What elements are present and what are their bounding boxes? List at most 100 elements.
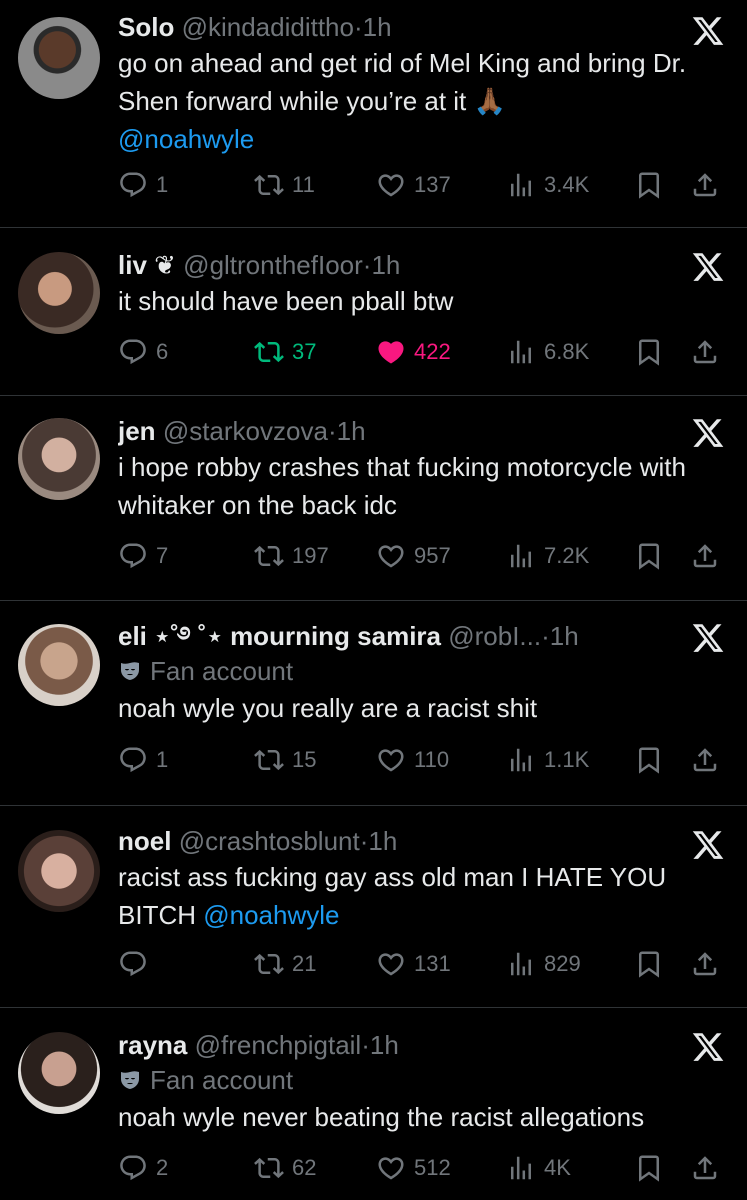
tweet[interactable]: noel @crashtosblunt·1h racist ass fuckin… [0,806,747,1008]
bookmark-icon[interactable] [634,745,664,775]
tweet-header: jen @starkovzova·1h [118,414,695,448]
handle[interactable]: @crashtosblunt [179,826,360,856]
separator: · [541,621,550,651]
avatar[interactable] [18,624,100,706]
like-button[interactable]: 957 [376,541,451,571]
bookmark-icon[interactable] [634,1153,664,1183]
reply-count: 1 [156,747,169,772]
x-logo-icon [691,416,725,450]
reply-button[interactable]: 2 [118,1153,168,1183]
avatar[interactable] [18,17,100,99]
fan-account-mask-icon [118,1068,142,1092]
reply-count: 7 [156,543,169,568]
repost-button[interactable]: 37 [254,337,316,367]
tweet-text: racist ass fucking gay ass old man I HAT… [118,858,695,934]
share-icon[interactable] [690,949,720,979]
share-icon[interactable] [690,745,720,775]
handle[interactable]: @starkovzova [163,416,328,446]
repost-count: 197 [292,543,329,568]
like-count: 957 [414,543,451,568]
like-icon [376,337,406,367]
tweet[interactable]: liv ❦ @gltronthefIoor·1h it should have … [0,228,747,396]
bookmark-icon[interactable] [634,541,664,571]
repost-button[interactable]: 21 [254,949,316,979]
handle[interactable]: @gltronthefIoor [183,250,363,280]
share-icon[interactable] [690,541,720,571]
reply-icon [118,745,148,775]
handle[interactable]: @robI... [448,621,541,651]
repost-button[interactable]: 11 [254,170,315,200]
like-button[interactable]: 137 [376,170,451,200]
like-icon [376,1153,406,1183]
tweet-header: liv ❦ @gltronthefIoor·1h [118,248,695,282]
tweet-header: eli ⋆˚࿔ ˚⋆ mourning samira @robI...·1h [118,619,695,653]
repost-button[interactable]: 15 [254,745,316,775]
like-count: 131 [414,951,451,976]
views-button[interactable]: 6.8K [506,337,589,367]
bookmark-icon[interactable] [634,170,664,200]
views-button[interactable]: 1.1K [506,745,589,775]
like-button[interactable]: 422 [376,337,451,367]
timestamp[interactable]: 1h [337,416,366,446]
like-button[interactable]: 110 [376,745,449,775]
timestamp[interactable]: 1h [368,826,397,856]
tweet-text: go on ahead and get rid of Mel King and … [118,44,695,158]
share-icon[interactable] [690,1153,720,1183]
bookmark-icon[interactable] [634,949,664,979]
share-icon[interactable] [690,337,720,367]
fan-account-text: Fan account [150,656,294,686]
tweet[interactable]: rayna @frenchpigtail·1h Fan account noah… [0,1008,747,1200]
avatar[interactable] [18,1032,100,1114]
repost-button[interactable]: 197 [254,541,329,571]
like-button[interactable]: 512 [376,1153,451,1183]
tweet[interactable]: jen @starkovzova·1h i hope robby crashes… [0,396,747,601]
repost-count: 62 [292,1155,317,1180]
reply-icon [118,541,148,571]
tweet[interactable]: eli ⋆˚࿔ ˚⋆ mourning samira @robI...·1h F… [0,601,747,806]
display-name[interactable]: jen [118,416,156,446]
views-button[interactable]: 7.2K [506,541,589,571]
bookmark-icon[interactable] [634,337,664,367]
avatar[interactable] [18,252,100,334]
x-logo-icon [691,621,725,655]
tweet[interactable]: Solo @kindadidittho·1h go on ahead and g… [0,0,747,228]
timestamp[interactable]: 1h [363,12,392,42]
mention-link[interactable]: @noahwyle [203,900,339,930]
views-button[interactable]: 4K [506,1153,571,1183]
views-icon [506,541,536,571]
reply-button[interactable]: 1 [118,745,168,775]
like-count: 422 [414,339,451,364]
like-icon [376,745,406,775]
reply-icon [118,1153,148,1183]
reply-button[interactable]: 6 [118,337,168,367]
display-name[interactable]: rayna [118,1030,187,1060]
display-name[interactable]: eli ⋆˚࿔ ˚⋆ mourning samira [118,621,441,651]
separator: · [327,416,337,446]
views-button[interactable]: 829 [506,949,581,979]
repost-count: 37 [292,339,317,364]
like-icon [376,949,406,979]
name-emoji: ❦ [146,250,176,280]
like-button[interactable]: 131 [376,949,451,979]
timestamp[interactable]: 1h [371,250,400,280]
view-count: 829 [544,951,581,976]
timestamp[interactable]: 1h [550,621,579,651]
repost-icon [254,745,284,775]
handle[interactable]: @kindadidittho [182,12,354,42]
display-name[interactable]: liv [118,250,147,280]
reply-button[interactable] [118,949,156,979]
handle[interactable]: @frenchpigtail [195,1030,362,1060]
views-button[interactable]: 3.4K [506,170,589,200]
reply-button[interactable]: 7 [118,541,168,571]
mention-link[interactable]: @noahwyle [118,124,254,154]
fan-account-label: Fan account [118,1062,695,1098]
reply-button[interactable]: 1 [118,170,168,200]
avatar[interactable] [18,830,100,912]
avatar[interactable] [18,418,100,500]
display-name[interactable]: noel [118,826,171,856]
share-icon[interactable] [690,170,720,200]
tweet-text: it should have been pball btw [118,286,454,316]
repost-button[interactable]: 62 [254,1153,316,1183]
display-name[interactable]: Solo [118,12,174,42]
timestamp[interactable]: 1h [370,1030,399,1060]
